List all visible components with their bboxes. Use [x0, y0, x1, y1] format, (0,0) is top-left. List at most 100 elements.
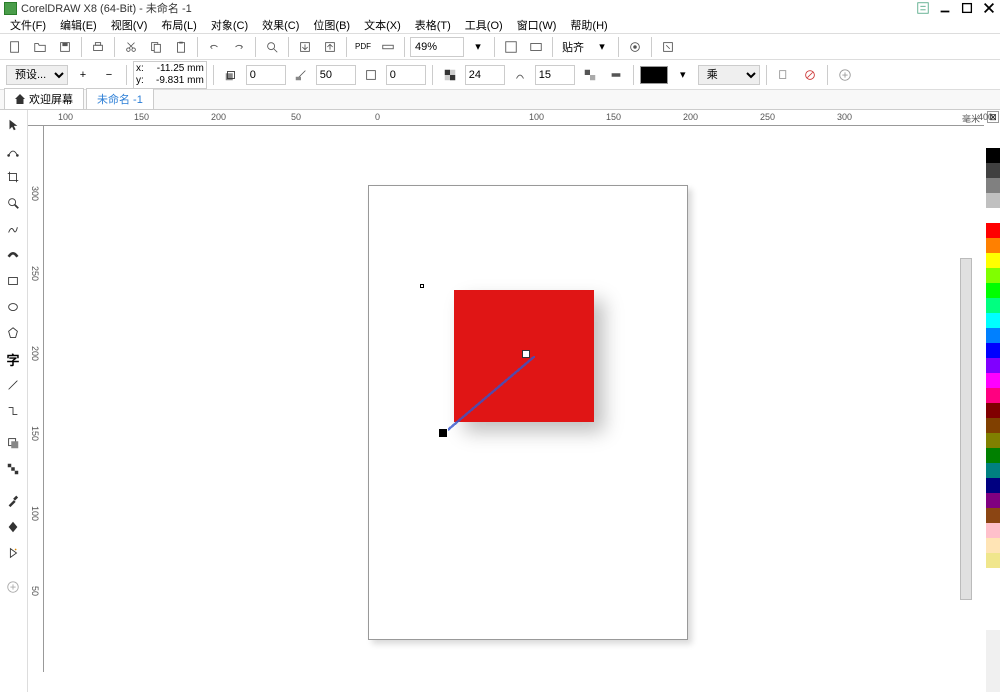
opacity-input[interactable] [465, 65, 505, 85]
polygon-tool[interactable] [0, 320, 26, 346]
palette-swatch[interactable] [986, 313, 1000, 328]
full-screen-button[interactable] [500, 36, 522, 58]
tab-welcome[interactable]: 欢迎屏幕 [4, 88, 84, 109]
crop-tool[interactable] [0, 164, 26, 190]
feather-edge-button[interactable] [605, 64, 627, 86]
interactive-fill-tool[interactable] [0, 514, 26, 540]
expand-toolbox-button[interactable] [0, 574, 26, 600]
horizontal-ruler[interactable]: 毫米 100150200500100150200250300400 [28, 110, 984, 126]
canvas[interactable] [28, 110, 986, 692]
paste-button[interactable] [170, 36, 192, 58]
export-button[interactable] [319, 36, 341, 58]
zoom-tool[interactable] [0, 190, 26, 216]
menu-table[interactable]: 表格(T) [409, 15, 457, 35]
freehand-tool[interactable] [0, 216, 26, 242]
feather-direction-button[interactable] [579, 64, 601, 86]
print-button[interactable] [87, 36, 109, 58]
shadow-fade-icon[interactable] [360, 64, 382, 86]
close-button[interactable] [982, 1, 996, 15]
transparency-tool[interactable] [0, 456, 26, 482]
pick-tool[interactable] [0, 112, 26, 138]
minimize-button[interactable] [938, 1, 952, 15]
palette-swatch[interactable] [986, 508, 1000, 523]
shadow-direction-icon[interactable] [220, 64, 242, 86]
palette-swatch[interactable] [986, 463, 1000, 478]
color-dropdown-button[interactable]: ▾ [672, 64, 694, 86]
open-button[interactable] [29, 36, 51, 58]
palette-swatch[interactable] [986, 373, 1000, 388]
view-toggle-button[interactable] [525, 36, 547, 58]
palette-swatch[interactable] [986, 298, 1000, 313]
feather-input[interactable] [535, 65, 575, 85]
palette-swatch[interactable] [986, 553, 1000, 568]
zoom-input[interactable] [410, 37, 464, 57]
palette-swatch[interactable] [986, 238, 1000, 253]
palette-swatch[interactable] [986, 178, 1000, 193]
menu-layout[interactable]: 布局(L) [155, 15, 202, 35]
shape-tool[interactable] [0, 138, 26, 164]
launch-button[interactable] [657, 36, 679, 58]
shadow-stretch-icon[interactable] [290, 64, 312, 86]
clear-shadow-button[interactable] [799, 64, 821, 86]
palette-swatch[interactable] [986, 283, 1000, 298]
feather-icon[interactable] [509, 64, 531, 86]
palette-swatch[interactable] [986, 193, 1000, 208]
palette-swatch[interactable] [986, 493, 1000, 508]
preset-combo[interactable]: 预设... [6, 65, 68, 85]
palette-swatch[interactable] [986, 208, 1000, 223]
ellipse-tool[interactable] [0, 294, 26, 320]
palette-swatch[interactable] [986, 148, 1000, 163]
palette-swatch[interactable] [986, 433, 1000, 448]
palette-swatch[interactable] [986, 538, 1000, 553]
palette-swatch[interactable] [986, 223, 1000, 238]
menu-window[interactable]: 窗口(W) [511, 15, 563, 35]
palette-swatch[interactable] [986, 403, 1000, 418]
stretch-input[interactable] [316, 65, 356, 85]
copy-shadow-button[interactable] [773, 64, 795, 86]
text-tool[interactable]: 字 [0, 346, 26, 372]
remove-preset-button[interactable]: − [98, 64, 120, 86]
menu-effects[interactable]: 效果(C) [256, 15, 305, 35]
artistic-media-tool[interactable] [0, 242, 26, 268]
add-preset-button[interactable]: + [72, 64, 94, 86]
help-icon[interactable] [916, 1, 930, 15]
shadow-end-handle[interactable] [438, 428, 448, 438]
cut-button[interactable] [120, 36, 142, 58]
palette-swatch[interactable] [986, 358, 1000, 373]
menu-view[interactable]: 视图(V) [105, 15, 154, 35]
right-scrollbar-track[interactable] [960, 258, 972, 600]
palette-swatch[interactable] [986, 448, 1000, 463]
search-button[interactable] [261, 36, 283, 58]
palette-swatch[interactable] [986, 388, 1000, 403]
redo-button[interactable] [228, 36, 250, 58]
undo-button[interactable] [203, 36, 225, 58]
shadow-start-handle[interactable] [522, 350, 530, 358]
fade-input[interactable] [386, 65, 426, 85]
palette-swatch[interactable] [986, 343, 1000, 358]
menu-tools[interactable]: 工具(O) [459, 15, 509, 35]
options-button[interactable] [624, 36, 646, 58]
smart-fill-tool[interactable] [0, 540, 26, 566]
maximize-button[interactable] [960, 1, 974, 15]
shadow-color-swatch[interactable] [640, 66, 668, 84]
palette-swatch[interactable] [986, 418, 1000, 433]
palette-swatch[interactable] [986, 253, 1000, 268]
import-button[interactable] [294, 36, 316, 58]
palette-swatch[interactable] [986, 268, 1000, 283]
palette-swatch[interactable] [986, 523, 1000, 538]
parallel-dimension-tool[interactable] [0, 372, 26, 398]
menu-edit[interactable]: 编辑(E) [54, 15, 103, 35]
connector-tool[interactable] [0, 398, 26, 424]
menu-help[interactable]: 帮助(H) [564, 15, 613, 35]
opacity-icon[interactable] [439, 64, 461, 86]
palette-swatch[interactable] [986, 478, 1000, 493]
rectangle-tool[interactable] [0, 268, 26, 294]
palette-swatch[interactable] [986, 328, 1000, 343]
blend-mode-combo[interactable]: 乘 [698, 65, 760, 85]
angle-input[interactable] [246, 65, 286, 85]
y-input[interactable] [146, 75, 204, 87]
color-eyedropper-tool[interactable] [0, 488, 26, 514]
drop-shadow-tool[interactable] [0, 430, 26, 456]
menu-object[interactable]: 对象(C) [205, 15, 254, 35]
snap-dropdown-button[interactable]: ▾ [591, 36, 613, 58]
